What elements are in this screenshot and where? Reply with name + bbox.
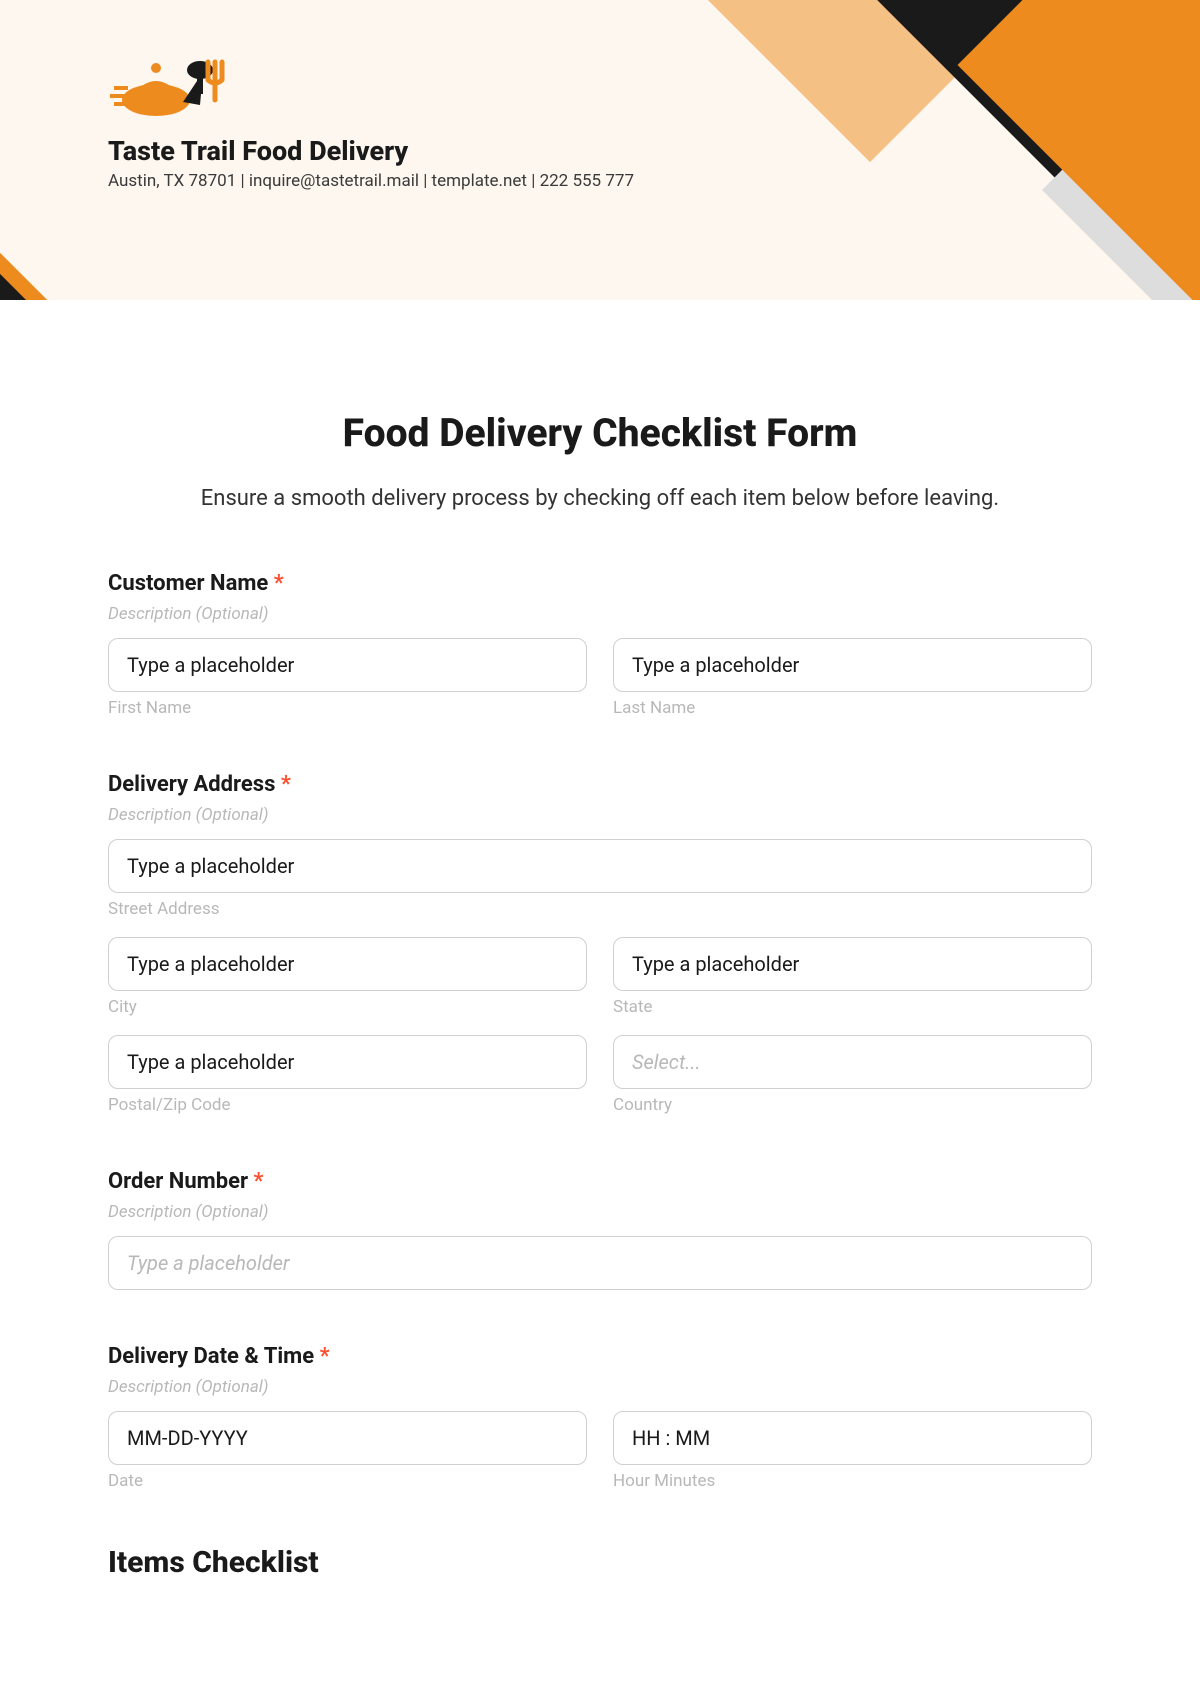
- city-input[interactable]: [108, 937, 587, 991]
- form-subtitle: Ensure a smooth delivery process by chec…: [108, 486, 1092, 511]
- form-content: Food Delivery Checklist Form Ensure a sm…: [0, 300, 1200, 1620]
- date-sublabel: Date: [108, 1471, 587, 1491]
- label-text: Customer Name: [108, 571, 268, 596]
- decorative-shape: [958, 0, 1200, 300]
- last-name-input[interactable]: [613, 638, 1092, 692]
- time-sublabel: Hour Minutes: [613, 1471, 1092, 1491]
- form-title: Food Delivery Checklist Form: [108, 410, 1092, 456]
- state-sublabel: State: [613, 997, 1092, 1017]
- label-text: Delivery Date & Time: [108, 1344, 314, 1369]
- delivery-datetime-label: Delivery Date & Time *: [108, 1344, 1092, 1369]
- delivery-address-group: Delivery Address * Description (Optional…: [108, 772, 1092, 1115]
- customer-name-label: Customer Name *: [108, 571, 1092, 596]
- order-number-group: Order Number * Description (Optional): [108, 1169, 1092, 1290]
- required-mark: *: [254, 1169, 264, 1194]
- delivery-datetime-desc: Description (Optional): [108, 1377, 1092, 1397]
- city-sublabel: City: [108, 997, 587, 1017]
- first-name-input[interactable]: [108, 638, 587, 692]
- country-select[interactable]: Select...: [613, 1035, 1092, 1089]
- company-logo: [108, 50, 228, 125]
- header-banner: Taste Trail Food Delivery Austin, TX 787…: [0, 0, 1200, 300]
- street-sublabel: Street Address: [108, 899, 1092, 919]
- customer-name-desc: Description (Optional): [108, 604, 1092, 624]
- time-input[interactable]: [613, 1411, 1092, 1465]
- label-text: Delivery Address: [108, 772, 275, 797]
- delivery-address-desc: Description (Optional): [108, 805, 1092, 825]
- items-checklist-header: Items Checklist: [108, 1545, 1092, 1580]
- company-contact-info: Austin, TX 78701 | inquire@tastetrail.ma…: [108, 171, 634, 191]
- country-sublabel: Country: [613, 1095, 1092, 1115]
- postal-code-input[interactable]: [108, 1035, 587, 1089]
- street-address-input[interactable]: [108, 839, 1092, 893]
- company-name: Taste Trail Food Delivery: [108, 135, 634, 167]
- date-input[interactable]: [108, 1411, 587, 1465]
- last-name-sublabel: Last Name: [613, 698, 1092, 718]
- order-number-label: Order Number *: [108, 1169, 1092, 1194]
- customer-name-group: Customer Name * Description (Optional) F…: [108, 571, 1092, 718]
- order-number-desc: Description (Optional): [108, 1202, 1092, 1222]
- first-name-sublabel: First Name: [108, 698, 587, 718]
- label-text: Order Number: [108, 1169, 248, 1194]
- postal-sublabel: Postal/Zip Code: [108, 1095, 587, 1115]
- delivery-address-label: Delivery Address *: [108, 772, 1092, 797]
- required-mark: *: [320, 1344, 330, 1369]
- order-number-input[interactable]: [108, 1236, 1092, 1290]
- brand-block: Taste Trail Food Delivery Austin, TX 787…: [108, 50, 634, 191]
- required-mark: *: [281, 772, 291, 797]
- required-mark: *: [274, 571, 284, 596]
- delivery-datetime-group: Delivery Date & Time * Description (Opti…: [108, 1344, 1092, 1491]
- state-input[interactable]: [613, 937, 1092, 991]
